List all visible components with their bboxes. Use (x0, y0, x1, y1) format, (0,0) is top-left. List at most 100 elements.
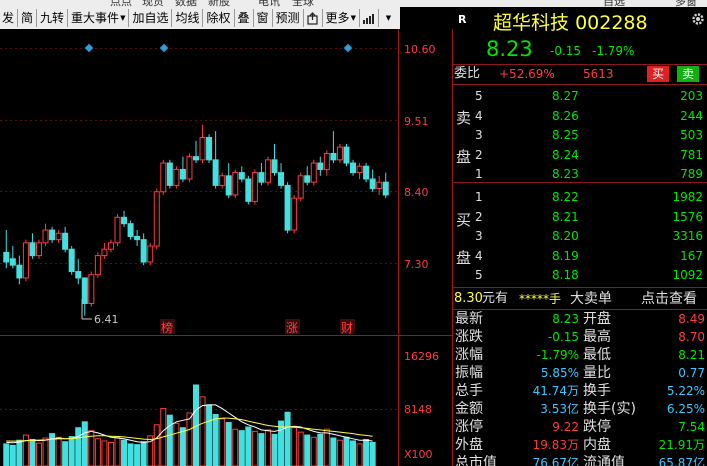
volume-bar[interactable] (127, 443, 134, 466)
volume-bar[interactable] (317, 433, 324, 466)
volume-bar[interactable] (304, 434, 311, 466)
volume-bar[interactable] (343, 436, 350, 466)
candle-body[interactable] (291, 197, 298, 231)
candle-body[interactable] (42, 229, 49, 244)
ask-level-row[interactable]: 3 8.25 503 (453, 126, 707, 144)
event-label[interactable]: 榜 (161, 320, 173, 335)
volume-bar[interactable] (350, 440, 357, 466)
candle-body[interactable] (356, 165, 363, 174)
volume-bar[interactable] (55, 436, 62, 466)
candle-body[interactable] (121, 216, 128, 225)
event-diamond-marker[interactable] (343, 43, 353, 53)
candle-body[interactable] (186, 156, 193, 180)
stats-row[interactable]: 涨跌 -0.15 最高 8.70 (453, 328, 707, 346)
candle-body[interactable] (382, 181, 389, 196)
ask-level-row[interactable]: 5 8.27 203 (453, 87, 707, 105)
stats-row[interactable]: 振幅 5.85% 量比 0.77 (453, 364, 707, 382)
volume-bar[interactable] (212, 413, 219, 466)
volume-bar[interactable] (173, 422, 180, 466)
volume-bar[interactable] (264, 429, 271, 466)
candle-body[interactable] (49, 229, 56, 241)
candle-body[interactable] (258, 172, 265, 183)
volume-bar[interactable] (42, 437, 49, 466)
candle-body[interactable] (284, 184, 291, 231)
candle-body[interactable] (323, 152, 330, 170)
candle-body[interactable] (160, 162, 167, 193)
volume-bar[interactable] (284, 411, 291, 466)
toolbar-window-button[interactable]: 窗 (255, 7, 271, 29)
volume-bar[interactable] (232, 428, 239, 466)
candle-body[interactable] (304, 175, 311, 183)
candle-body[interactable] (140, 239, 147, 263)
candle-body[interactable] (238, 172, 245, 180)
candle-body[interactable] (22, 242, 29, 279)
volume-bar[interactable] (238, 430, 245, 466)
volume-bar[interactable] (330, 437, 337, 466)
kline-chart[interactable]: 10.60 9.51 8.40 7.30 16296 8148 X100 6.4… (0, 29, 453, 466)
toolbar-collapse-button[interactable]: ▼ (380, 7, 396, 29)
volume-bar[interactable] (271, 433, 278, 466)
candle-body[interactable] (9, 258, 16, 266)
volume-bar[interactable] (153, 424, 160, 466)
menu-item[interactable]: 数据 (175, 0, 197, 7)
candle-body[interactable] (330, 152, 337, 161)
big-order-view-link[interactable]: 点击查看 (641, 290, 697, 308)
candle-body[interactable] (278, 172, 285, 186)
candle-body[interactable] (193, 156, 199, 161)
big-order-bar[interactable]: 8.30 元有 *****手 大卖单 点击查看 (453, 290, 707, 308)
candle-body[interactable] (173, 168, 180, 186)
stats-row[interactable]: 总市值 76.67亿 流通值 65.87亿 (453, 454, 707, 466)
toolbar-jian-button[interactable]: 简 (19, 7, 35, 29)
volume-bar[interactable] (225, 422, 232, 466)
candle-body[interactable] (35, 242, 42, 257)
volume-bar[interactable] (291, 427, 298, 466)
volume-bar[interactable] (29, 438, 36, 466)
bid-level-row[interactable]: 4 8.19 167 (453, 247, 707, 265)
candle-body[interactable] (264, 159, 271, 183)
toolbar-add-watchlist-button[interactable]: 加自选 (130, 7, 170, 29)
candle-body[interactable] (350, 162, 357, 174)
candle-body[interactable] (75, 271, 82, 279)
event-diamond-marker[interactable] (84, 43, 94, 53)
candle-body[interactable] (101, 248, 108, 257)
toolbar-share-button[interactable] (305, 7, 321, 29)
volume-bar[interactable] (134, 444, 141, 466)
volume-bar[interactable] (166, 414, 173, 466)
candle-body[interactable] (225, 175, 232, 196)
stats-row[interactable]: 涨停 9.22 跌停 7.54 (453, 418, 707, 436)
menu-item[interactable]: 电讯 (258, 0, 280, 7)
volume-bar[interactable] (68, 436, 75, 466)
candle-body[interactable] (147, 245, 154, 263)
toolbar-forecast-button[interactable]: 预测 (274, 7, 302, 29)
candle-body[interactable] (127, 223, 134, 237)
toolbar-more-button[interactable]: 更多 ▼ (324, 7, 358, 29)
volume-bar[interactable] (121, 439, 128, 466)
menu-item[interactable]: 全球 (292, 0, 314, 7)
volume-bar[interactable] (3, 443, 10, 466)
volume-bar[interactable] (278, 420, 285, 466)
candle-body[interactable] (166, 162, 173, 186)
volume-bar[interactable] (22, 434, 29, 466)
volume-bar[interactable] (186, 412, 193, 466)
candle-body[interactable] (16, 264, 23, 279)
volume-bar[interactable] (356, 443, 363, 466)
bid-level-row[interactable]: 5 8.18 1092 (453, 266, 707, 284)
candle-body[interactable] (81, 277, 88, 304)
stats-row[interactable]: 最新 8.23 开盘 8.49 (453, 310, 707, 328)
candle-body[interactable] (29, 242, 36, 257)
volume-bar[interactable] (114, 436, 121, 466)
menu-item[interactable]: 现货 (142, 0, 164, 7)
settings-button[interactable] (691, 11, 705, 30)
candle-body[interactable] (310, 162, 317, 183)
candle-body[interactable] (55, 232, 62, 241)
toolbar-overlay-button[interactable]: 叠 (236, 7, 252, 29)
toolbar-exright-button[interactable]: 除权 (204, 7, 232, 29)
volume-bar[interactable] (9, 444, 16, 466)
volume-bar[interactable] (81, 421, 88, 466)
volume-bar[interactable] (62, 441, 69, 466)
buy-button[interactable]: 买 (647, 66, 669, 82)
toolbar-major-events-button[interactable]: 重大事件 ▼ (69, 7, 127, 29)
bid-level-row[interactable]: 1 8.22 1982 (453, 188, 707, 206)
sell-button[interactable]: 卖 (677, 66, 699, 82)
ask-level-row[interactable]: 2 8.24 781 (453, 146, 707, 164)
